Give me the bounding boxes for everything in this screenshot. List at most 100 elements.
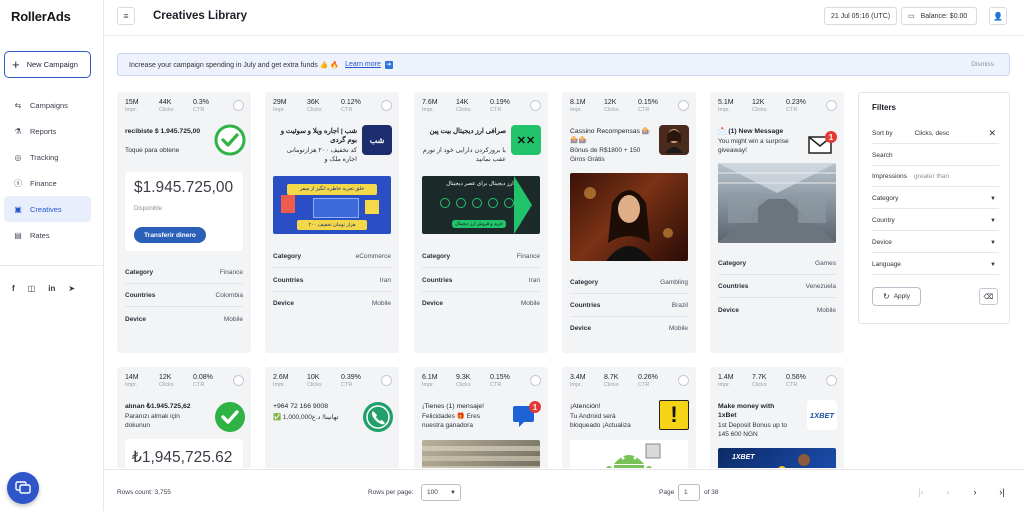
creative-card[interactable]: 3.4M Impr. 8.7K Clicks 0.26% CTR ¡Atención!… xyxy=(562,367,696,468)
chat-bubble-icon: 1 xyxy=(511,400,541,430)
learn-more-link[interactable]: Learn more xyxy=(345,61,381,68)
category-value: Finance xyxy=(516,252,540,260)
menu-toggle-icon[interactable]: ≡ xyxy=(117,7,135,25)
ctr-label: CTR xyxy=(341,107,353,113)
impressions-label: Impr. xyxy=(718,107,731,113)
creative-card[interactable]: 29M Impr. 36K Clicks 0.12% CTR شب | اجاره و… xyxy=(265,92,399,353)
instagram-icon[interactable]: ◫ xyxy=(28,284,36,293)
sidebar-item-tracking[interactable]: ◎ Tracking xyxy=(4,144,91,170)
card-metrics: 7.6M Impr. 14K Clicks 0.19% CTR xyxy=(422,99,524,113)
sidebar-item-label: Campaigns xyxy=(30,100,68,110)
banner-text: Increase your campaign spending in July … xyxy=(129,61,340,69)
country-select[interactable]: Country ▼ xyxy=(872,211,999,231)
train-station-photo xyxy=(718,163,836,243)
ctr-label: CTR xyxy=(786,382,798,388)
impressions-label: Impr. xyxy=(718,382,731,388)
creative-card[interactable]: 1.4M Impr. 7.7K Clicks 0.56% CTR Make money… xyxy=(710,367,844,468)
category-row: Category Gambling xyxy=(570,271,688,294)
impressions-label: Impr. xyxy=(125,107,138,113)
eraser-icon[interactable]: ⌫ xyxy=(979,288,998,305)
countries-value: Colombia xyxy=(215,291,243,299)
clicks-label: Clicks xyxy=(159,107,174,113)
device-value: Mobile xyxy=(668,325,688,332)
device-label: Device xyxy=(872,239,892,246)
category-value: Finance xyxy=(219,268,243,276)
clicks-label: Clicks xyxy=(456,107,471,113)
sidebar-item-finance[interactable]: ⓢ Finance xyxy=(4,170,91,196)
creative-title: 📩 (1) New Message xyxy=(718,128,784,135)
creative-card[interactable]: 2.6M Impr. 10K Clicks 0.39% CTR +964 72 166… xyxy=(265,367,399,468)
sidebar-item-rates[interactable]: ▤ Rates xyxy=(4,222,91,248)
impressions-value: 7.6M xyxy=(422,99,438,106)
clicks-value: 10K xyxy=(307,374,320,381)
card-metrics: 2.6M Impr. 10K Clicks 0.39% CTR xyxy=(273,374,375,388)
external-link-icon[interactable]: ➔ xyxy=(384,60,393,69)
countries-row: Countries Iran xyxy=(273,269,391,292)
creative-card[interactable]: 6.1M Impr. 9.3K Clicks 0.15% CTR ¡Tienes (1… xyxy=(414,367,548,468)
clear-sort-icon[interactable]: ✕ xyxy=(988,128,996,139)
category-row: Category Games xyxy=(718,252,836,275)
warning-icon: ! xyxy=(659,400,689,430)
telegram-icon[interactable]: ➤ xyxy=(68,284,75,293)
impressions-filter[interactable]: Impressions greater than xyxy=(872,167,999,187)
impressions-label: Impr. xyxy=(273,382,286,388)
select-radio[interactable] xyxy=(381,100,392,111)
last-page-icon[interactable]: ›| xyxy=(994,484,1010,500)
new-campaign-button[interactable]: + New Campaign xyxy=(4,51,91,78)
device-value: Mobile xyxy=(816,307,836,314)
ctr-value: 0.15% xyxy=(490,374,510,381)
total-pages: of 38 xyxy=(704,489,719,496)
card-metrics: 3.4M Impr. 8.7K Clicks 0.26% CTR xyxy=(570,374,672,388)
sidebar-item-reports[interactable]: ⚗ Reports xyxy=(4,118,91,144)
countries-row: Countries Colombia xyxy=(125,284,243,307)
sort-by-select[interactable]: Sort by Clicks, desc ✕ xyxy=(872,124,999,144)
creative-card[interactable]: 8.1M Impr. 12K Clicks 0.15% CTR Cassino Rec… xyxy=(562,92,696,353)
balance-button[interactable]: ▭ Balance: $0.00 xyxy=(901,7,977,25)
svg-text:1: 1 xyxy=(533,403,538,412)
select-radio[interactable] xyxy=(233,100,244,111)
phone-call-icon xyxy=(361,400,395,434)
next-page-icon[interactable]: › xyxy=(967,484,983,500)
logo[interactable]: RollerAds xyxy=(11,9,71,24)
sidebar-item-label: Finance xyxy=(30,178,57,188)
sidebar-item-creatives[interactable]: ▣ Creatives xyxy=(4,196,91,222)
select-radio[interactable] xyxy=(678,375,689,386)
checkmark-icon xyxy=(213,123,247,157)
select-radio[interactable] xyxy=(381,375,392,386)
user-account-button[interactable]: 👤 xyxy=(989,7,1007,25)
creative-card[interactable]: 14M Impr. 12K Clicks 0.08% CTR alınan ₺1.94… xyxy=(117,367,251,468)
linkedin-icon[interactable]: in xyxy=(48,284,55,293)
dismiss-button[interactable]: Dismiss xyxy=(971,61,994,68)
select-radio[interactable] xyxy=(826,375,837,386)
search-input[interactable]: Search xyxy=(872,146,999,166)
casino-thumb-icon xyxy=(659,125,689,155)
select-radio[interactable] xyxy=(826,100,837,111)
prev-page-icon[interactable]: ‹ xyxy=(940,484,956,500)
select-radio[interactable] xyxy=(233,375,244,386)
category-select[interactable]: Category ▼ xyxy=(872,189,999,209)
language-select[interactable]: Language ▼ xyxy=(872,255,999,275)
creative-card[interactable]: 15M Impr. 44K Clicks 0.3% CTR recibiste $ 1… xyxy=(117,92,251,353)
rows-per-page-select[interactable]: 100 ▼ xyxy=(421,484,461,501)
creative-card[interactable]: 5.1M Impr. 12K Clicks 0.23% CTR 📩 (1) New M… xyxy=(710,92,844,353)
sidebar-item-campaigns[interactable]: ⇆ Campaigns xyxy=(4,92,91,118)
apply-button[interactable]: ↻ Apply xyxy=(872,287,921,306)
promo-button: Transferir dinero xyxy=(134,227,206,243)
select-radio[interactable] xyxy=(530,100,541,111)
creative-image: 1XBET xyxy=(718,448,836,468)
pagination-footer: Rows count: 3,755 Rows per page: 100 ▼ P… xyxy=(104,469,1024,511)
creative-image xyxy=(570,173,688,261)
chat-support-button[interactable] xyxy=(7,472,39,504)
select-radio[interactable] xyxy=(530,375,541,386)
page-input[interactable]: 1 xyxy=(678,484,700,501)
first-page-icon[interactable]: |‹ xyxy=(913,484,929,500)
select-radio[interactable] xyxy=(678,100,689,111)
creative-body: Bônus de R$1800 + 150 Giros Grátis xyxy=(570,147,641,163)
facebook-icon[interactable]: f xyxy=(12,284,15,293)
creative-card[interactable]: 7.6M Impr. 14K Clicks 0.19% CTR صرافی ارز د… xyxy=(414,92,548,353)
sidebar-nav: ⇆ Campaigns ⚗ Reports ◎ Tracking ⓢ Finan… xyxy=(4,92,91,248)
device-select[interactable]: Device ▼ xyxy=(872,233,999,253)
clicks-label: Clicks xyxy=(752,107,767,113)
sidebar-item-label: Reports xyxy=(30,126,57,136)
category-value: Games xyxy=(815,259,836,267)
